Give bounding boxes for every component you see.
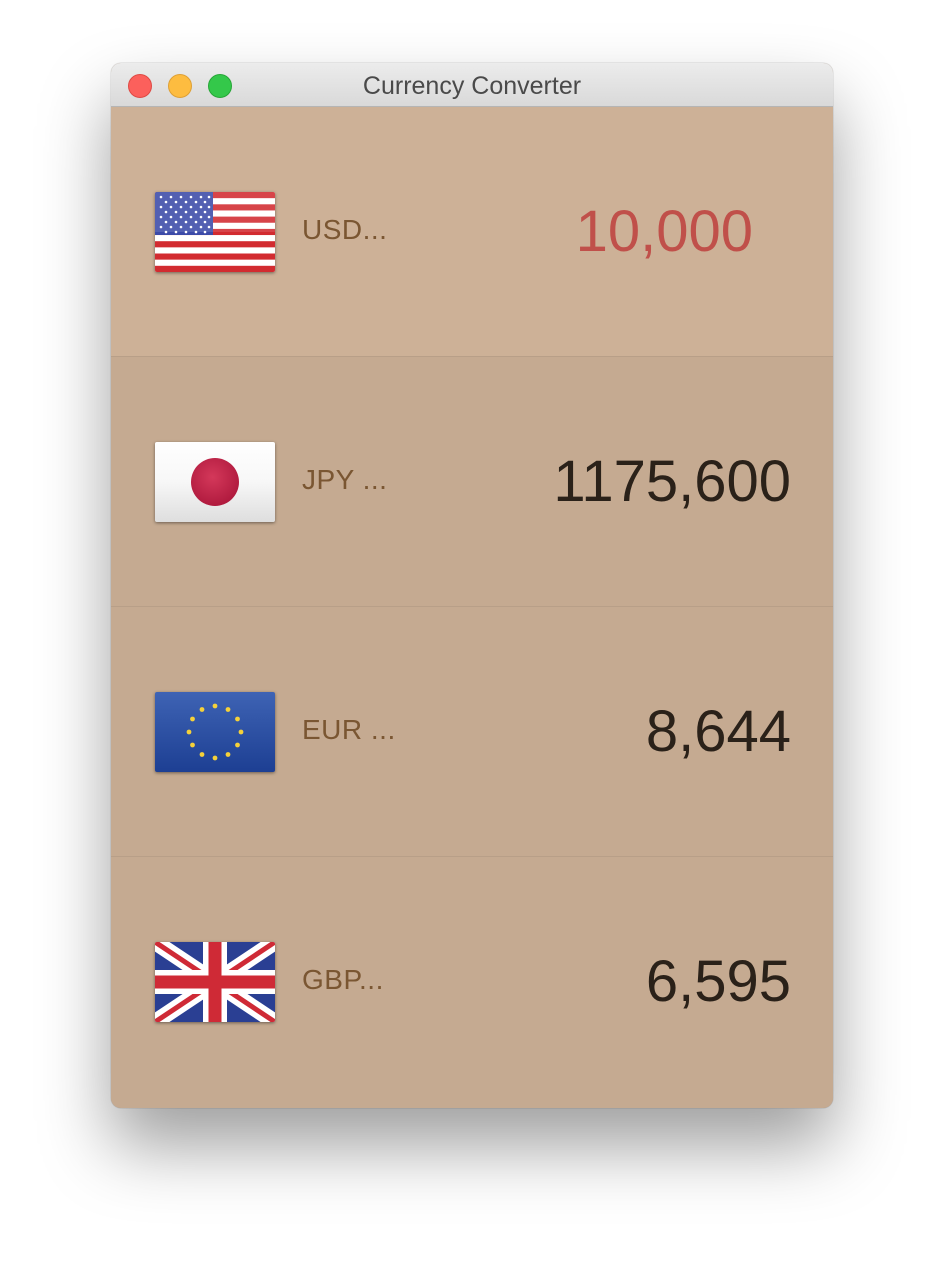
title-bar[interactable]: Currency Converter: [111, 63, 833, 107]
window-title: Currency Converter: [362, 72, 582, 100]
currency-row-jpy[interactable]: JPY ... 1175,600: [111, 357, 833, 607]
currency-code-label[interactable]: USD...: [302, 214, 387, 246]
currency-amount-input[interactable]: 8,644: [646, 699, 791, 765]
currency-code-label[interactable]: EUR ...: [302, 714, 396, 746]
us-flag-icon[interactable]: [155, 192, 275, 272]
currency-code-label[interactable]: GBP...: [302, 964, 384, 996]
currency-amount-input[interactable]: 10,000: [576, 199, 753, 265]
uk-flag-icon[interactable]: [155, 942, 275, 1022]
eu-flag-icon[interactable]: [155, 692, 275, 772]
currency-row-eur[interactable]: EUR ... 8,644: [111, 607, 833, 857]
currency-row-usd[interactable]: USD... 10,000: [111, 107, 833, 357]
japan-flag-icon[interactable]: [155, 442, 275, 522]
currency-code-label[interactable]: JPY ...: [302, 464, 387, 496]
currency-row-gbp[interactable]: GBP... 6,595: [111, 857, 833, 1107]
currency-converter-window: Currency Converter USD... 10,000 JPY ...…: [111, 63, 833, 1108]
currency-amount-input[interactable]: 6,595: [646, 949, 791, 1015]
currency-amount-input[interactable]: 1175,600: [553, 449, 791, 515]
